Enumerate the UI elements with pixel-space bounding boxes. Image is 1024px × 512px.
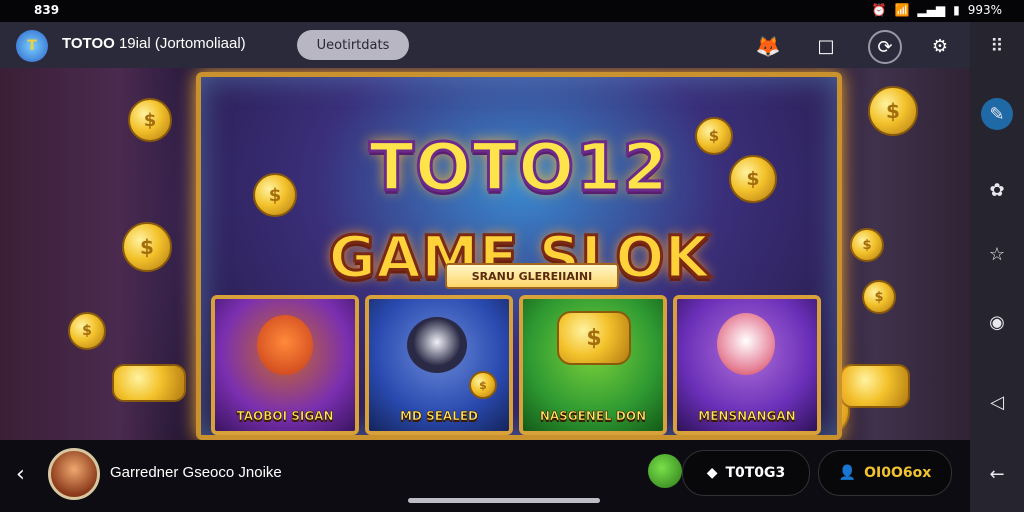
home-indicator[interactable]: [408, 498, 600, 503]
url-pill[interactable]: Ueotirtdats: [297, 30, 409, 60]
slot-frame[interactable]: $ $ $ TOTO12 GAME SLOK SRANU GLEREIIAINI…: [196, 72, 842, 440]
coin-icon: $: [868, 86, 918, 136]
coin-icon: $: [469, 371, 497, 399]
arrow-left-icon[interactable]: ←: [981, 458, 1013, 490]
game-mascot-icon[interactable]: 🦊: [752, 30, 784, 62]
coin-icon: $: [862, 280, 896, 314]
skunk-icon: [407, 317, 467, 373]
game-card-4[interactable]: MENSNANGAN: [673, 295, 821, 435]
card-label: TAOBOI SIGAN: [236, 409, 334, 424]
coin-icon: $: [128, 98, 172, 142]
status-bar: 839 ⏰ 📶 ▂▄▆ ▮ 993%: [0, 0, 1024, 22]
diamond-icon: ◆: [706, 465, 718, 481]
coin-stack-right: [840, 364, 910, 408]
menu-grid-icon[interactable]: ⠿: [981, 30, 1013, 62]
card-label: MENSNANGAN: [698, 409, 796, 424]
record-icon[interactable]: ◉: [981, 306, 1013, 338]
game-banner: $ $ $ $ $ $ $ $ $ $ TOTO12 GAME SLOK SRA…: [0, 68, 970, 440]
right-sidebar: ⠿ ✎ ✿ ☆ ◉ ◁ ←: [970, 22, 1024, 512]
signal-icon: ▂▄▆: [917, 3, 946, 17]
avatar[interactable]: [48, 448, 100, 500]
status-time: 839: [34, 3, 60, 17]
pen-icon[interactable]: ✎: [981, 98, 1013, 130]
back-chevron-icon[interactable]: ‹: [16, 462, 25, 487]
game-card-1[interactable]: TAOBOI SIGAN: [211, 295, 359, 435]
tiger-icon: [257, 315, 313, 375]
user-icon: 👤: [838, 465, 857, 481]
game-subtitle: SRANU GLEREIIAINI: [445, 263, 619, 289]
refresh-icon[interactable]: ⟳: [868, 30, 902, 64]
app-logo[interactable]: T: [16, 30, 48, 62]
settings-icon[interactable]: ⚙: [924, 30, 956, 62]
card-label: NASGENEL DON: [539, 409, 647, 424]
top-bar: T TOTOO 19ial (Jortomoliaal) Ueotirtdats…: [0, 22, 970, 68]
gear-icon[interactable]: ✿: [981, 174, 1013, 206]
battery-icon: ▮: [953, 3, 960, 17]
player-name: Garredner Gseoco Jnoike: [110, 464, 282, 481]
coin-icon: $: [68, 312, 106, 350]
game-card-3[interactable]: $ NASGENEL DON: [519, 295, 667, 435]
page-title: TOTOO 19ial (Jortomoliaal): [62, 35, 246, 52]
gold-coin-icon: $: [557, 311, 631, 365]
cat-icon: [717, 313, 775, 375]
coin-stack-left: [112, 364, 186, 402]
tabs-square-icon[interactable]: □: [810, 30, 842, 62]
alarm-icon: ⏰: [871, 3, 887, 17]
star-icon[interactable]: ☆: [981, 238, 1013, 270]
game-card-2[interactable]: $ MD SEALED: [365, 295, 513, 435]
coin-icon: $: [850, 228, 884, 262]
card-label: MD SEALED: [399, 409, 479, 424]
wifi-icon: 📶: [894, 3, 910, 17]
coin-icon: $: [122, 222, 172, 272]
game-title-line1: TOTO12: [367, 128, 670, 208]
dino-icon[interactable]: [648, 454, 682, 488]
battery-percent: 993%: [967, 3, 1002, 17]
balance-pill[interactable]: ◆ T0T0G3: [682, 450, 810, 496]
coins-pill[interactable]: 👤 OI0O6ox: [818, 450, 952, 496]
nav-back-triangle-icon[interactable]: ◁: [981, 386, 1013, 418]
